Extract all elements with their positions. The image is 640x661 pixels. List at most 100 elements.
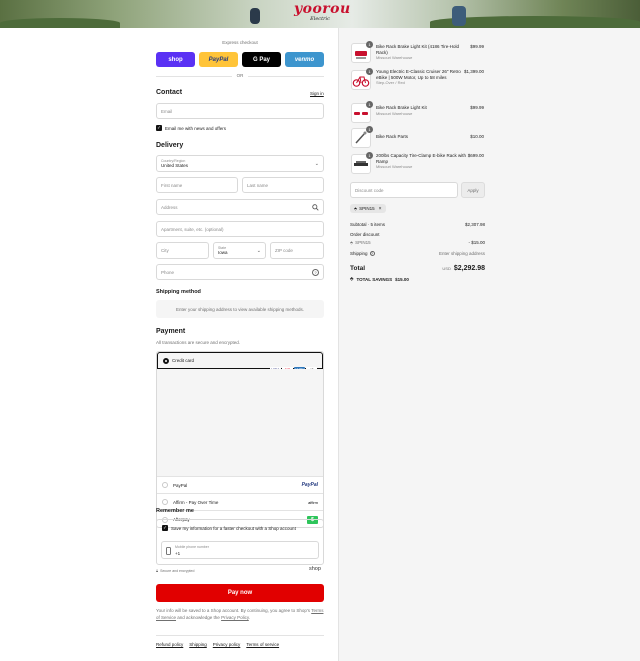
mobile-phone-icon [166,547,171,555]
sign-in-link[interactable]: Sign in [310,91,324,96]
cart-item-variant: Step-Over / Red [376,80,405,86]
tag-icon: ⬘ [350,276,354,281]
cart-item-thumbnail: 1 [351,41,373,63]
cart-item-variant: Missouri Warehouse [376,110,413,116]
subtotal-value: $2,307.98 [464,222,485,227]
footer-links: Refund policy Shipping Privacy policy Te… [156,642,279,647]
total-value: $2,292.98 [453,265,485,272]
country-select[interactable]: Country/Region United States ⌄ [156,155,324,172]
news-checkbox[interactable]: ✓ [156,125,162,131]
remove-discount-icon[interactable]: × [379,206,382,212]
cart-item-quantity: 1 [366,152,373,159]
last-name-field[interactable]: Last name [242,177,324,193]
mobile-phone-value: +1 [175,551,181,556]
apartment-placeholder: Apartment, suite, etc. (optional) [161,226,224,232]
terms-note-text-2: and acknowledge the [177,614,220,620]
discount-code-field[interactable]: Discount code [350,182,458,198]
save-info-row[interactable]: ✓ Save my information for a faster check… [162,525,296,531]
save-info-label: Save my information for a faster checkou… [171,525,296,531]
phone-field[interactable]: Phone ? [156,264,324,280]
credit-card-form-area[interactable] [157,369,323,477]
apply-label: Apply [467,187,479,193]
shop-pay-button[interactable]: shop [156,52,195,67]
affirm-radio[interactable] [162,499,168,505]
express-checkout-label: Express checkout [222,40,258,45]
state-value: Iowa [218,250,228,255]
paypal-option[interactable]: PayPal PayPal [157,477,323,494]
applied-discount-code: SPIN15 [359,206,375,211]
country-value: United States [161,163,189,168]
phone-placeholder: Phone [161,269,175,275]
brand-name: yoorou [294,1,351,17]
tag-icon: ⬘ [350,240,354,245]
shipping-value: Enter shipping address [438,251,485,256]
paypal-express-button[interactable]: PayPal [199,52,238,67]
shipping-row-label: Shipping? [350,251,375,256]
zip-placeholder: ZIP code [275,248,293,253]
address-placeholder: Address [161,204,178,210]
terms-of-service-footer-link[interactable]: Terms of service [246,642,279,647]
state-select[interactable]: State Iowa ⌄ [213,242,266,259]
secure-note: 🔒︎ Secure and encrypted [156,568,194,573]
secure-label: Secure and encrypted [160,568,195,573]
paypal-logo-icon: PayPal [301,482,318,488]
terms-note-text: Your info will be saved to a Shop accoun… [156,608,311,613]
google-pay-button[interactable]: G Pay [242,52,281,67]
cart-item-quantity: 1 [366,41,373,48]
zip-field[interactable]: ZIP code [270,242,324,259]
city-placeholder: City [161,248,169,253]
cart-item-quantity: 1 [366,101,373,108]
order-discount-code-text: SPIN15 [355,240,371,245]
news-checkbox-row[interactable]: ✓ Email me with news and offers [156,125,226,131]
privacy-policy-footer-link[interactable]: Privacy policy [213,642,241,647]
cart-item-quantity: 1 [366,68,373,75]
affirm-option-label: Affirm - Pay Over Time [173,499,219,505]
cart-item-price: $10.00 [470,134,484,139]
email-placeholder: Email [161,108,173,114]
paypal-radio[interactable] [162,482,168,488]
privacy-policy-link[interactable]: Privacy Policy [221,615,249,620]
total-amount: USD $2,292.98 [425,265,485,272]
help-icon[interactable]: ? [369,251,375,256]
news-checkbox-label: Email me with news and offers [165,125,226,131]
order-discount-value: - $15.00 [468,240,485,245]
chevron-down-icon: ⌄ [256,248,261,254]
lock-icon: 🔒︎ [156,568,159,573]
applied-discount-tag: ⬘ SPIN15 × [350,204,386,213]
address-field[interactable]: Address [156,199,324,215]
shipping-label: Shipping [350,251,368,256]
shop-terms-note: Your info will be saved to a Shop accoun… [156,608,324,621]
search-icon [312,204,319,211]
footer-divider [156,635,324,636]
apply-discount-button[interactable]: Apply [461,182,485,198]
brand-logo[interactable]: yoorou Electric [294,1,351,23]
shipping-method-placeholder: Enter your shipping address to view avai… [156,300,324,318]
mobile-phone-label: Mobile phone number [175,545,209,549]
pay-now-label: Pay now [227,590,253,596]
help-icon[interactable]: ? [312,269,319,276]
venmo-label: venmo [294,56,315,63]
contact-heading: Contact [156,89,183,96]
first-name-placeholder: First name [161,182,183,188]
delivery-heading: Delivery [156,142,184,149]
refund-policy-link[interactable]: Refund policy [156,642,183,647]
total-savings-row: ⬘ TOTAL SAVINGS $15.00 [350,276,409,282]
first-name-field[interactable]: First name [156,177,238,193]
save-info-checkbox[interactable]: ✓ [162,525,168,531]
payment-heading: Payment [156,328,186,335]
credit-card-radio[interactable] [163,357,169,364]
email-field[interactable]: Email [156,103,324,119]
apartment-field[interactable]: Apartment, suite, etc. (optional) [156,221,324,237]
cart-item-price: $99.99 [470,44,484,49]
tag-icon: ⬘ [354,206,358,211]
credit-card-option[interactable]: Credit card VISAMCAMEX+5 [157,352,323,374]
shipping-policy-link[interactable]: Shipping [189,642,207,647]
total-label: Total [350,265,366,272]
shipping-method-message: Enter your shipping address to view avai… [175,306,305,312]
pay-now-button[interactable]: Pay now [156,584,324,602]
credit-card-label: Credit card [172,358,195,363]
mobile-phone-field[interactable]: Mobile phone number +1 [161,541,319,559]
or-divider-label: OR [232,73,248,78]
city-field[interactable]: City [156,242,209,259]
venmo-button[interactable]: venmo [285,52,324,67]
